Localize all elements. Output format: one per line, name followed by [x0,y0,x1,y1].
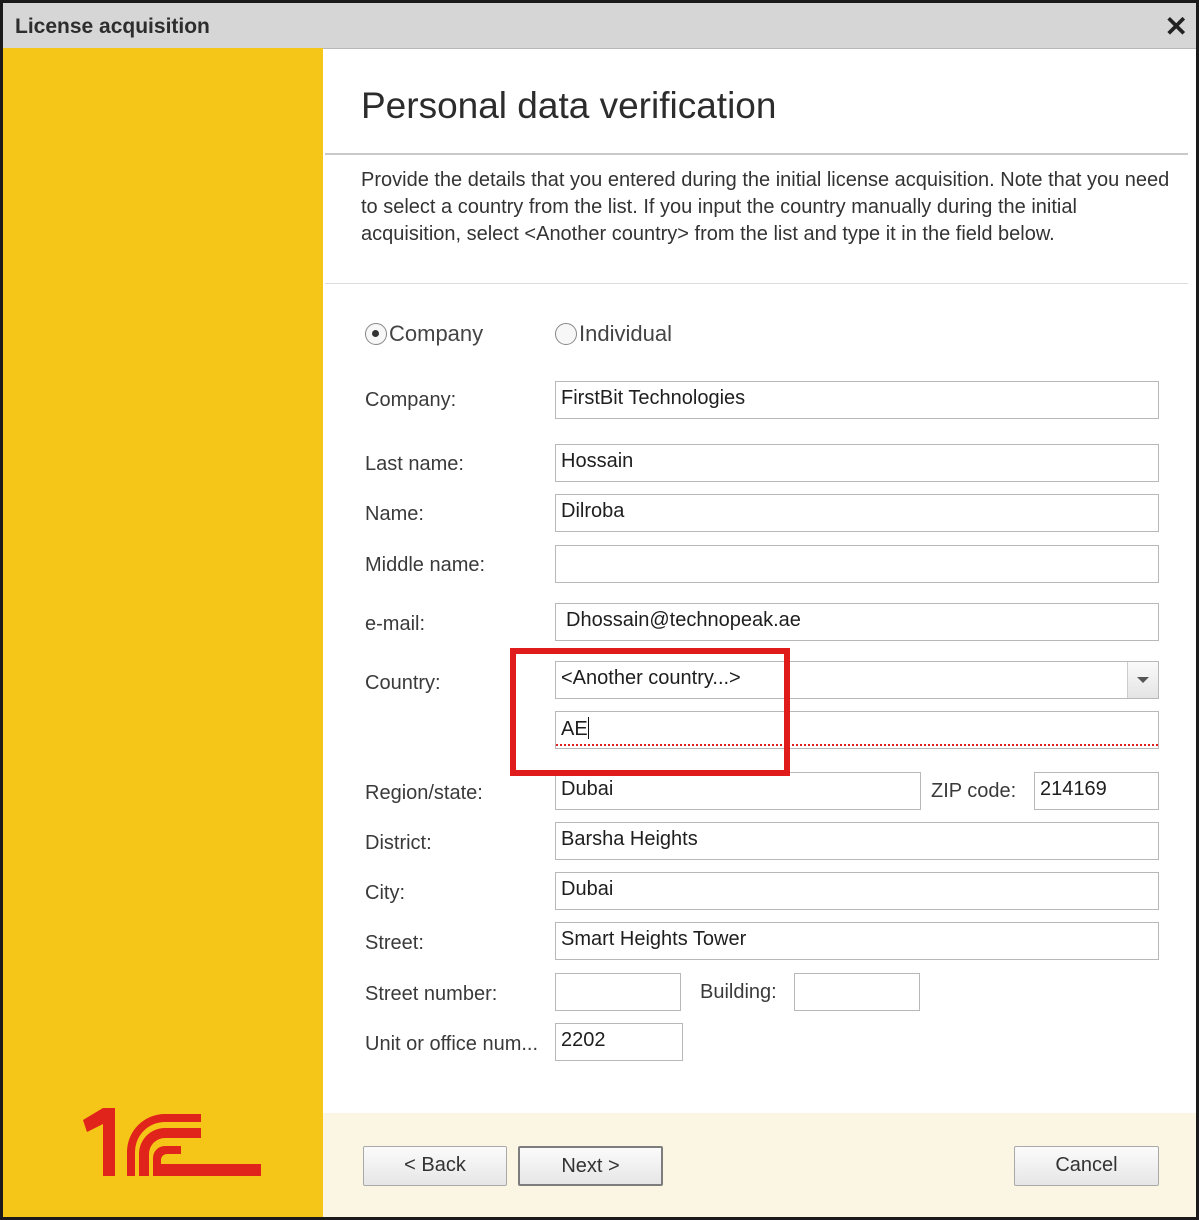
company-input[interactable]: FirstBit Technologies [555,381,1159,419]
name-label: Name: [365,503,424,525]
sidebar-panel [3,48,323,1217]
title-bar: License acquisition ✕ [3,3,1196,49]
cancel-button[interactable]: Cancel [1014,1146,1159,1186]
description-divider [325,283,1188,284]
radio-company[interactable]: Company [365,321,483,347]
building-label: Building: [700,981,777,1003]
radio-individual-label: Individual [579,321,672,346]
last-name-label: Last name: [365,453,464,475]
street-number-input[interactable] [555,973,681,1011]
city-input[interactable]: Dubai [555,872,1159,910]
region-input[interactable]: Dubai [555,772,921,810]
middle-name-input[interactable] [555,545,1159,583]
back-button[interactable]: < Back [363,1146,507,1186]
chevron-down-icon[interactable] [1127,662,1158,698]
1c-logo [83,1108,261,1176]
heading-divider [325,153,1188,155]
window-title: License acquisition [15,15,210,38]
radio-unchecked-icon [555,323,577,345]
annotation-highlight-box [510,648,790,776]
city-label: City: [365,882,405,904]
radio-company-label: Company [389,321,484,346]
unit-input[interactable]: 2202 [555,1023,683,1061]
unit-label: Unit or office num... [365,1033,539,1055]
district-label: District: [365,832,432,854]
email-input[interactable]: Dhossain@technopeak.ae [555,603,1159,641]
page-description: Provide the details that you entered dur… [361,169,1170,245]
street-label: Street: [365,932,424,954]
street-number-label: Street number: [365,983,498,1005]
close-icon[interactable]: ✕ [1165,10,1188,43]
middle-name-label: Middle name: [365,554,486,576]
radio-checked-icon [365,323,387,345]
district-input[interactable]: Barsha Heights [555,822,1159,860]
radio-individual[interactable]: Individual [555,321,672,347]
last-name-input[interactable]: Hossain [555,444,1159,482]
country-label: Country: [365,672,441,694]
building-input[interactable] [794,973,920,1011]
region-label: Region/state: [365,782,483,804]
street-input[interactable]: Smart Heights Tower [555,922,1159,960]
license-acquisition-dialog: License acquisition ✕ Personal data veri… [0,0,1199,1220]
zip-label: ZIP code: [931,780,1017,802]
name-input[interactable]: Dilroba [555,494,1159,532]
page-heading: Personal data verification [361,85,777,126]
email-label: e-mail: [365,613,426,635]
company-label: Company: [365,389,457,411]
zip-input[interactable]: 214169 [1034,772,1159,810]
next-button[interactable]: Next > [518,1146,663,1186]
